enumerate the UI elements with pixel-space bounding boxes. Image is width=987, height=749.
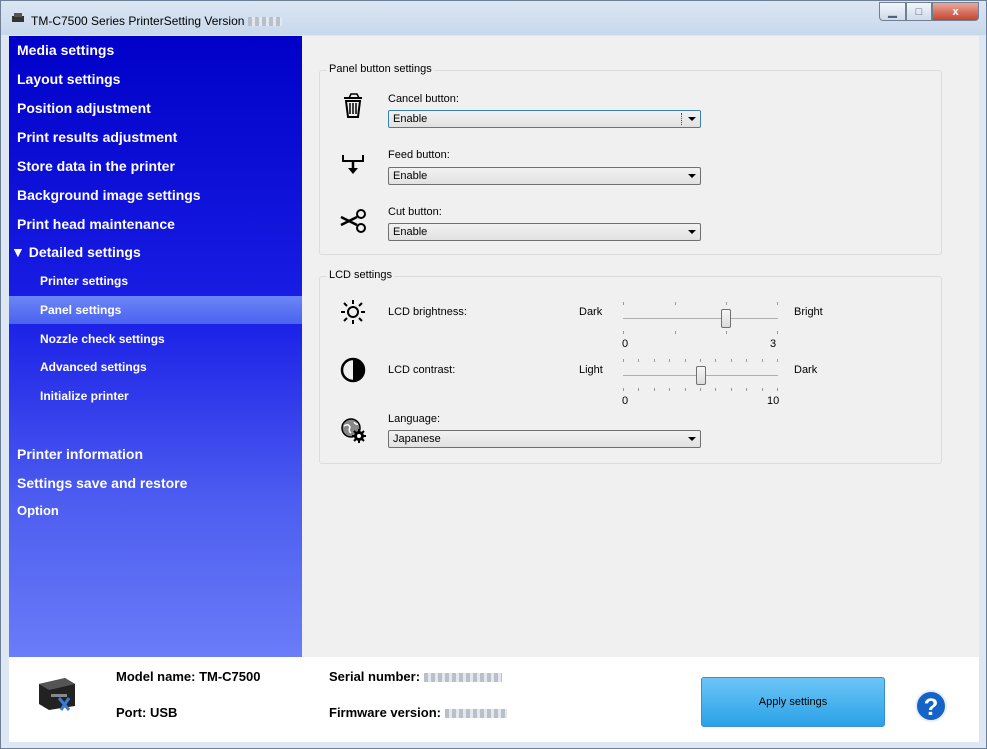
nav-background-image-settings[interactable]: Background image settings [17, 187, 201, 203]
nav-detailed-settings[interactable]: ▼ Detailed settings [11, 244, 141, 260]
trash-icon [344, 93, 362, 118]
cut-button-select[interactable]: Enable [388, 223, 701, 241]
feed-icon [342, 155, 364, 174]
cut-button-label: Cut button: [388, 206, 442, 218]
chevron-down-icon [688, 174, 696, 178]
lcd-contrast-label: LCD contrast: [388, 364, 456, 376]
redacted-version [247, 17, 282, 27]
model-name: Model name: TM-C7500 [116, 669, 261, 684]
nav-media-settings[interactable]: Media settings [17, 42, 114, 58]
lcd-settings-group-title: LCD settings [327, 269, 394, 281]
contrast-tick [654, 359, 655, 362]
port-info: Port: USB [116, 705, 178, 720]
contrast-tick [700, 388, 701, 391]
contrast-slider-thumb[interactable] [696, 366, 706, 385]
contrast-tick [777, 359, 778, 362]
contrast-tick [669, 388, 670, 391]
nav-option[interactable]: Option [17, 503, 59, 518]
nav-position-adjustment[interactable]: Position adjustment [17, 100, 151, 116]
printer-icon [39, 678, 75, 711]
contrast-tick [777, 388, 778, 391]
help-icon[interactable]: ? [915, 690, 947, 722]
nav-store-data[interactable]: Store data in the printer [17, 158, 175, 174]
brightness-slider-thumb[interactable] [721, 309, 731, 328]
language-select[interactable]: Japanese [388, 430, 701, 448]
contrast-tick [746, 359, 747, 362]
contrast-tick [669, 359, 670, 362]
firmware-version: Firmware version: [329, 705, 507, 720]
contrast-tick [623, 359, 624, 362]
contrast-tick [731, 388, 732, 391]
redacted-serial [423, 673, 502, 683]
cancel-button-select[interactable]: Enable [388, 110, 701, 128]
lcd-brightness-label: LCD brightness: [388, 306, 467, 318]
cancel-button-label: Cancel button: [388, 93, 459, 105]
contrast-tick [715, 388, 716, 391]
contrast-tick [746, 388, 747, 391]
chevron-down-icon [688, 230, 696, 234]
nav-advanced-settings[interactable]: Advanced settings [9, 353, 302, 381]
contrast-tick [638, 388, 639, 391]
status-footer: Model name: TM-C7500 Port: USB Serial nu… [9, 657, 979, 742]
contrast-tick [685, 388, 686, 391]
nav-initialize-printer[interactable]: Initialize printer [9, 382, 302, 410]
contrast-tick [623, 388, 624, 391]
contrast-left-label: Light [579, 364, 603, 376]
app-window: TM-C7500 Series PrinterSetting Version ▁… [0, 0, 987, 749]
contrast-tick [638, 359, 639, 362]
contrast-right-label: Dark [794, 364, 818, 376]
contrast-tick [762, 359, 763, 362]
chevron-down-icon [688, 117, 696, 121]
maximize-button[interactable]: □ [906, 2, 932, 21]
close-button[interactable]: x [932, 2, 979, 21]
minimize-button[interactable]: ▁ [879, 2, 906, 21]
contrast-tick [762, 388, 763, 391]
brightness-left-label: Dark [579, 306, 603, 318]
chevron-down-icon [688, 437, 696, 441]
nav-print-head-maintenance[interactable]: Print head maintenance [17, 216, 175, 232]
redacted-firmware [444, 709, 507, 719]
nav-panel-settings[interactable]: Panel settings [9, 296, 302, 324]
contrast-tick [731, 359, 732, 362]
brightness-min-label: 0 [622, 338, 629, 350]
nav-layout-settings[interactable]: Layout settings [17, 71, 120, 87]
contrast-tick [654, 388, 655, 391]
brightness-slider-track[interactable] [623, 318, 778, 319]
title-bar[interactable]: TM-C7500 Series PrinterSetting Version ▁… [1, 1, 986, 35]
serial-number: Serial number: [329, 669, 502, 684]
language-gear-icon [341, 418, 366, 443]
contrast-min-label: 0 [622, 395, 629, 407]
nav-printer-settings[interactable]: Printer settings [9, 267, 302, 295]
feed-button-label: Feed button: [388, 149, 450, 161]
contrast-tick [715, 359, 716, 362]
brightness-icon [341, 300, 365, 324]
nav-nozzle-check-settings[interactable]: Nozzle check settings [9, 325, 302, 353]
sidebar: Media settings Layout settings Position … [9, 36, 302, 657]
printer-app-icon [12, 13, 24, 22]
panel-button-group-title: Panel button settings [327, 63, 434, 75]
nav-print-results-adjustment[interactable]: Print results adjustment [17, 129, 177, 145]
nav-settings-save-restore[interactable]: Settings save and restore [17, 475, 187, 491]
nav-printer-information[interactable]: Printer information [17, 446, 143, 462]
client-area: Media settings Layout settings Position … [9, 36, 979, 742]
brightness-right-label: Bright [794, 306, 823, 318]
feed-button-select[interactable]: Enable [388, 167, 701, 185]
scissors-icon [340, 209, 366, 233]
contrast-tick [700, 359, 701, 362]
contrast-max-label: 10 [767, 395, 780, 407]
apply-settings-button[interactable]: Apply settings [701, 677, 885, 727]
language-label: Language: [388, 413, 440, 425]
contrast-icon [340, 357, 366, 383]
window-title: TM-C7500 Series PrinterSetting Version [31, 14, 282, 28]
brightness-max-label: 3 [770, 338, 777, 350]
contrast-tick [685, 359, 686, 362]
